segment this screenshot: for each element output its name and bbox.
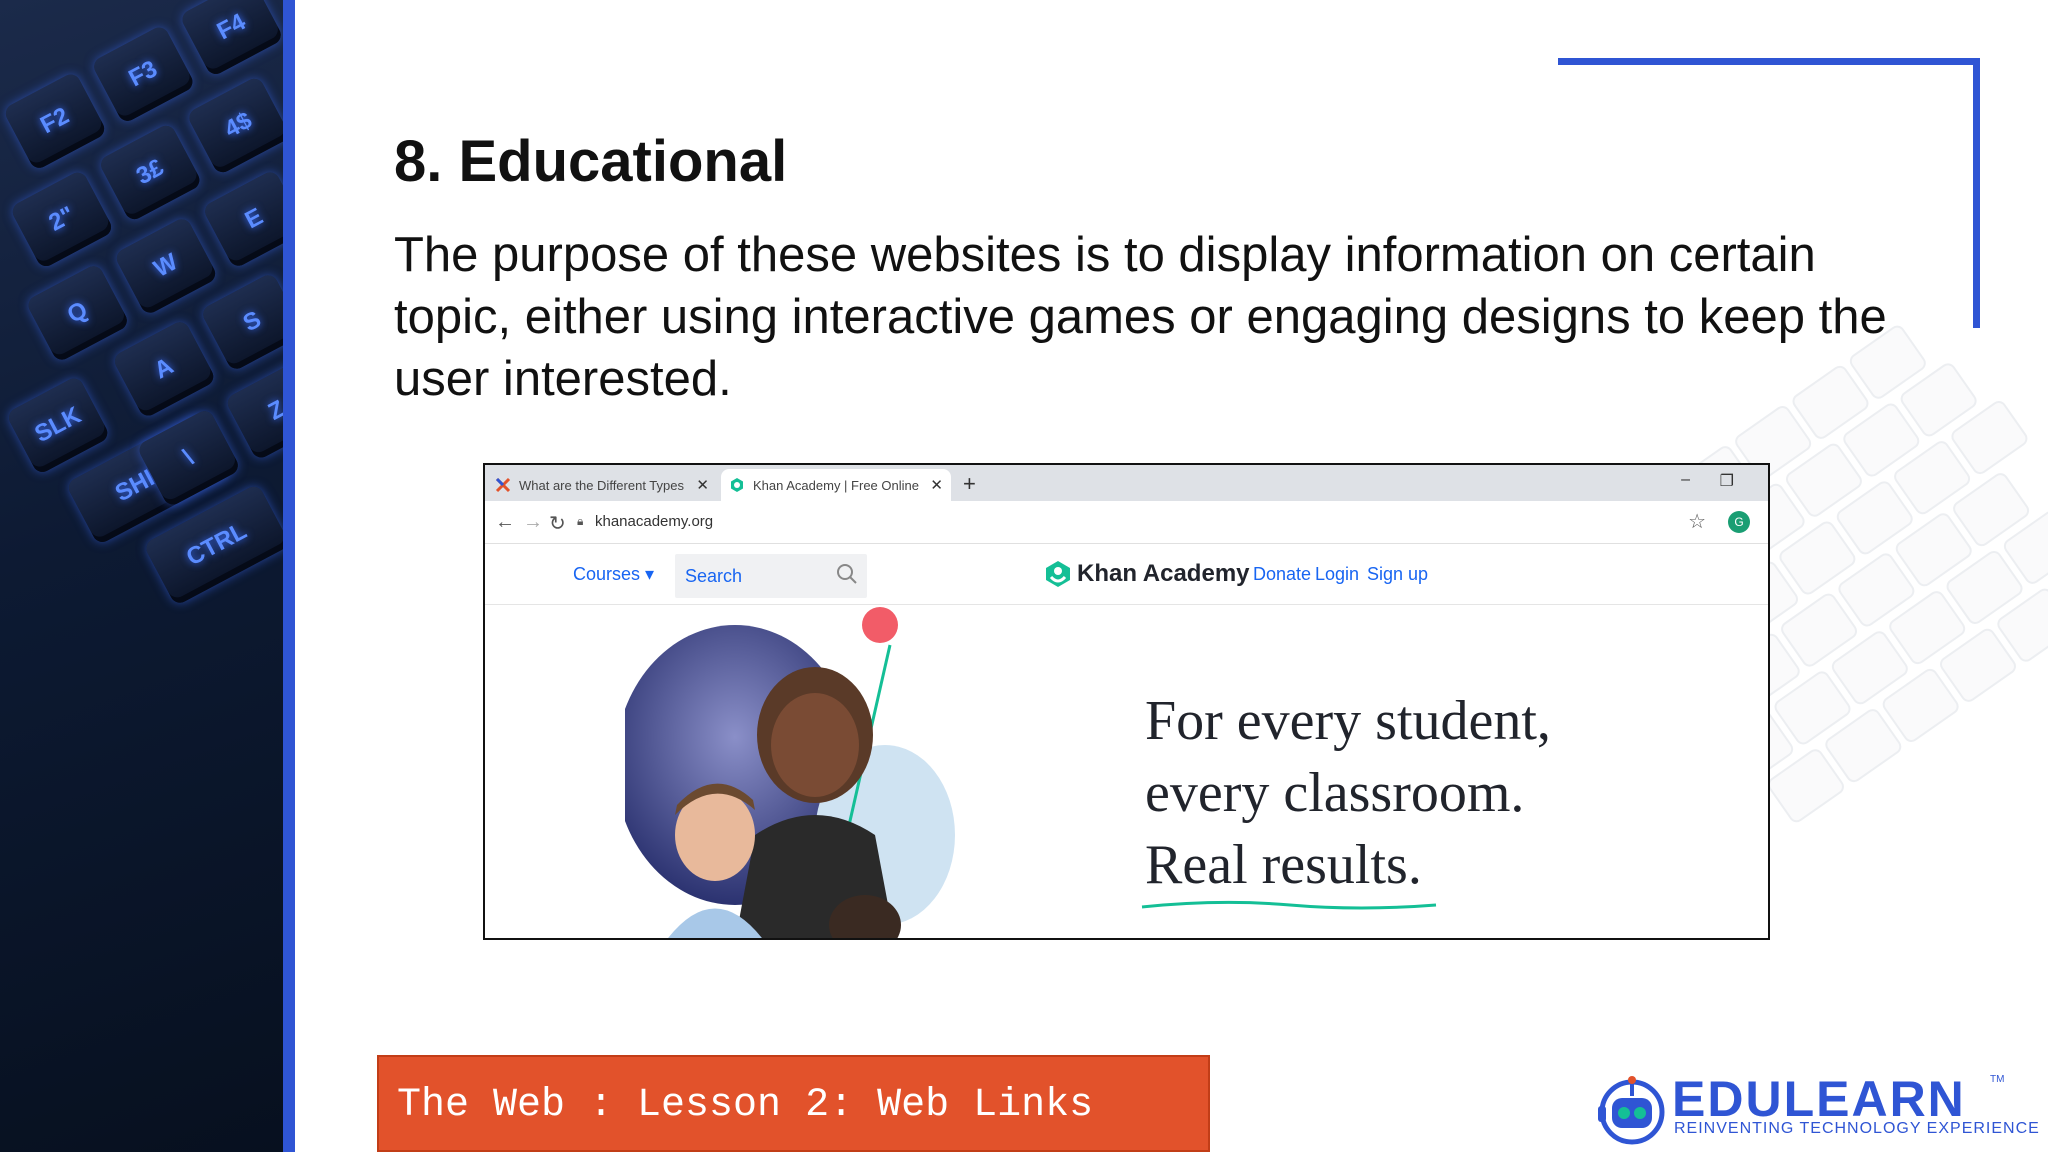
key-w: W xyxy=(113,215,219,317)
tagline-line-1: For every student, xyxy=(1145,690,1551,752)
bookmark-star-icon[interactable]: ☆ xyxy=(1688,509,1706,534)
corner-bracket-top xyxy=(1558,58,1980,65)
tagline-line-2: every classroom. xyxy=(1145,762,1525,824)
donate-link[interactable]: Donate xyxy=(1253,564,1311,585)
key-f3: F3 xyxy=(90,24,196,125)
profile-avatar[interactable]: G xyxy=(1728,511,1750,533)
lesson-title: The Web : Lesson 2: Web Links xyxy=(397,1083,1094,1128)
accent-stripe xyxy=(283,0,295,1152)
key-z: Z xyxy=(224,360,283,461)
reload-icon[interactable]: ↻ xyxy=(549,511,566,536)
minimize-icon[interactable]: – xyxy=(1681,471,1690,489)
close-tab-icon[interactable]: ✕ xyxy=(930,476,943,494)
lesson-footer-bar: The Web : Lesson 2: Web Links xyxy=(377,1055,1210,1152)
slide-heading: 8. Educational xyxy=(394,129,788,194)
key-f2: F2 xyxy=(2,70,108,172)
close-tab-icon[interactable]: ✕ xyxy=(696,476,709,494)
key-2: 2" xyxy=(9,169,115,270)
tab-types-of-websites[interactable]: What are the Different Types of ✕ xyxy=(495,469,717,501)
site-nav: Courses ▾ Search Khan Academy Donate Log… xyxy=(485,544,1768,605)
khan-logo[interactable]: Khan Academy xyxy=(1045,560,1250,588)
keyboard-photo: F2 F3 F4 2" 3£ 4$ W E Q A S Z SLK SHIFT … xyxy=(0,0,283,1152)
key-q: Q xyxy=(25,262,131,364)
browser-screenshot: What are the Different Types of ✕ Khan A… xyxy=(483,463,1770,940)
signup-link[interactable]: Sign up xyxy=(1367,564,1428,585)
hero-section: For every student, every classroom. Real… xyxy=(485,605,1768,938)
key-3: 3£ xyxy=(97,122,203,223)
search-input[interactable]: Search xyxy=(675,554,867,598)
key-e: E xyxy=(201,168,283,270)
address-bar: ← → ↻ 🔒︎ khanacademy.org ☆ G xyxy=(485,501,1768,544)
search-icon xyxy=(837,564,857,584)
courses-menu[interactable]: Courses ▾ xyxy=(573,564,654,585)
restore-icon[interactable]: ❐ xyxy=(1720,471,1734,491)
robot-logo-icon xyxy=(1598,1076,1665,1145)
back-icon[interactable]: ← xyxy=(495,511,515,534)
tagline-underline xyxy=(1141,900,1437,910)
tab-khan-academy[interactable]: Khan Academy | Free Online Cou ✕ xyxy=(721,469,951,501)
key-4: 4$ xyxy=(185,75,283,176)
login-link[interactable]: Login xyxy=(1315,564,1359,585)
forward-icon[interactable]: → xyxy=(523,511,543,534)
new-tab-icon[interactable]: + xyxy=(963,471,976,497)
trademark-mark: TM xyxy=(1990,1074,2005,1085)
khan-favicon-icon xyxy=(729,477,745,493)
tab-title: Khan Academy | Free Online Cou xyxy=(753,477,922,493)
hero-tagline: For every student, every classroom. Real… xyxy=(1145,685,1551,901)
key-a: A xyxy=(111,318,217,420)
tab-bar: What are the Different Types of ✕ Khan A… xyxy=(485,465,1768,501)
key-slk: SLK xyxy=(5,375,111,476)
tagline-line-3: Real results. xyxy=(1145,834,1422,896)
edulearn-tagline: REINVENTING TECHNOLOGY EXPERIENCE xyxy=(1674,1120,2040,1137)
khan-logo-text: Khan Academy xyxy=(1077,560,1250,587)
key-f4: F4 xyxy=(178,0,283,78)
tab-title: What are the Different Types of xyxy=(519,477,689,493)
x-favicon-icon xyxy=(495,477,511,493)
edulearn-logo: EDULEARN TM REINVENTING TECHNOLOGY EXPER… xyxy=(1592,1070,2039,1150)
hero-illustration xyxy=(625,607,955,938)
khan-logo-icon xyxy=(1046,561,1070,587)
slide-body: The purpose of these websites is to disp… xyxy=(394,228,1887,406)
key-s: S xyxy=(199,271,283,373)
lock-icon: 🔒︎ xyxy=(577,514,584,528)
url-text[interactable]: khanacademy.org xyxy=(595,513,713,530)
keyboard-keys: F2 F3 F4 2" 3£ 4$ W E Q A S Z SLK SHIFT … xyxy=(0,0,283,1003)
search-placeholder: Search xyxy=(685,566,743,586)
